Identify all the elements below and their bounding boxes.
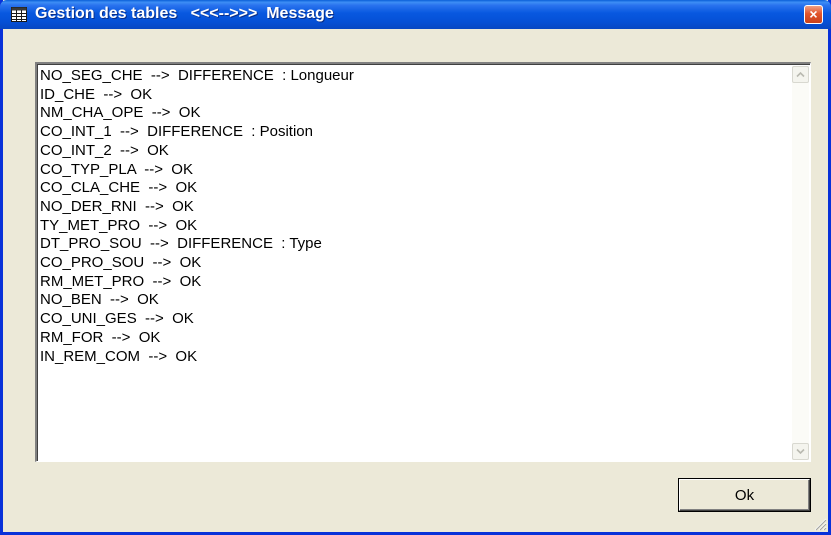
message-line: DT_PRO_SOU --> DIFFERENCE : Type xyxy=(40,235,322,253)
title-bar[interactable]: Gestion des tables <<<-->>> Message × xyxy=(0,0,831,29)
message-line: CO_INT_2 --> OK xyxy=(40,141,169,159)
message-line: NM_CHA_OPE --> OK xyxy=(40,104,201,122)
close-icon: × xyxy=(809,6,818,22)
ok-button[interactable]: Ok xyxy=(679,479,810,511)
message-line: NO_DER_RNI --> OK xyxy=(40,197,194,215)
chevron-down-icon xyxy=(796,448,805,455)
message-textarea[interactable]: NO_SEG_CHE --> DIFFERENCE : Longueur ID_C… xyxy=(35,62,811,462)
table-icon xyxy=(11,7,27,22)
message-line: CO_PRO_SOU --> OK xyxy=(40,254,202,272)
close-button[interactable]: × xyxy=(804,5,823,24)
message-line: CO_TYP_PLA --> OK xyxy=(40,160,193,178)
message-line: NO_SEG_CHE --> DIFFERENCE : Longueur xyxy=(40,67,354,84)
chevron-up-icon xyxy=(796,71,805,78)
message-line: CO_UNI_GES --> OK xyxy=(40,310,194,328)
vertical-scrollbar[interactable] xyxy=(792,66,809,460)
message-line: TY_MET_PRO --> OK xyxy=(40,216,198,234)
resize-grip-icon[interactable] xyxy=(813,517,827,531)
message-line: NO_BEN --> OK xyxy=(40,291,159,309)
message-line: CO_CLA_CHE --> OK xyxy=(40,179,198,197)
window-title: Gestion des tables <<<-->>> Message xyxy=(35,5,334,22)
message-text: NO_SEG_CHE --> DIFFERENCE : Longueur ID_C… xyxy=(40,67,788,366)
message-dialog: Gestion des tables <<<-->>> Message × NO… xyxy=(0,0,831,535)
scroll-up-button[interactable] xyxy=(792,66,809,83)
message-line: RM_FOR --> OK xyxy=(40,328,161,346)
message-line: CO_INT_1 --> DIFFERENCE : Position xyxy=(40,123,313,141)
message-line: ID_CHE --> OK xyxy=(40,85,153,103)
scroll-down-button[interactable] xyxy=(792,443,809,460)
message-line: IN_REM_COM --> OK xyxy=(40,347,198,365)
message-line: RM_MET_PRO --> OK xyxy=(40,272,202,290)
